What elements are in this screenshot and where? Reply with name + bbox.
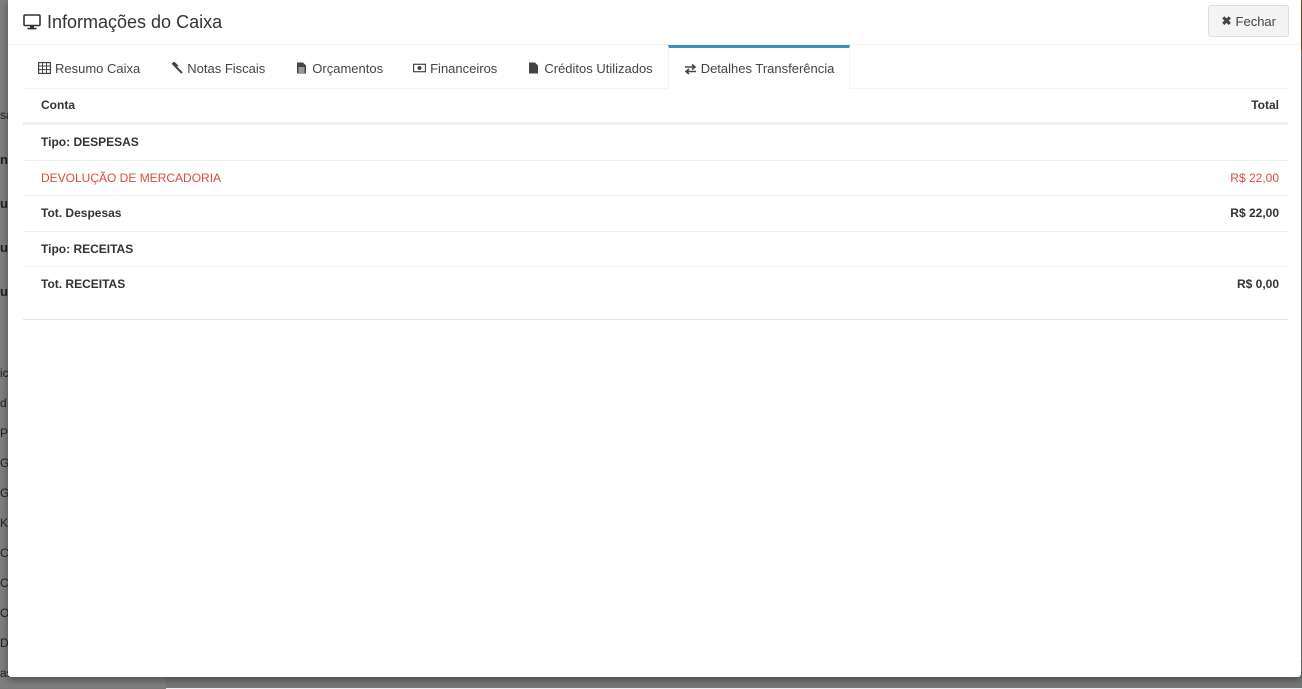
transfer-details-table: Conta Total Tipo: DESPESAS DEVOLUÇÃO DE …	[23, 88, 1288, 320]
tab-notas-fiscais[interactable]: Notas Fiscais	[155, 45, 280, 88]
row-total: R$ 22,00	[1230, 170, 1279, 185]
table-row: Tot. Despesas R$ 22,00	[23, 195, 1288, 231]
modal-title-text: Informações do Caixa	[47, 11, 223, 32]
file-text-icon	[297, 62, 307, 74]
tab-label: Detalhes Transferência	[700, 61, 835, 76]
row-total: R$ 22,00	[1230, 206, 1279, 221]
row-conta: Tot. Despesas	[41, 206, 122, 221]
table-header: Conta Total	[23, 88, 1288, 124]
x-icon: ✖	[1221, 14, 1232, 28]
table-row: Tot. RECEITAS R$ 0,00	[23, 266, 1288, 302]
column-header-conta: Conta	[41, 98, 75, 112]
tab-bar: Resumo Caixa Notas Fiscais Orçamentos Fi…	[23, 45, 1288, 89]
file-icon	[529, 62, 539, 74]
close-button-label: Fechar	[1235, 13, 1276, 29]
row-conta: Tipo: RECEITAS	[41, 241, 134, 256]
tab-detalhes-transferencia[interactable]: Detalhes Transferência	[667, 45, 851, 89]
tab-resumo-caixa[interactable]: Resumo Caixa	[23, 45, 155, 88]
row-conta: Tipo: DESPESAS	[41, 135, 139, 150]
row-conta: DEVOLUÇÃO DE MERCADORIA	[41, 170, 222, 185]
gavel-icon	[171, 62, 183, 74]
table-icon	[38, 62, 51, 74]
column-header-total: Total	[1251, 98, 1279, 112]
exchange-icon	[684, 63, 696, 75]
tab-orcamentos[interactable]: Orçamentos	[280, 45, 398, 88]
modal-header: Informações do Caixa ✖ Fechar	[8, 0, 1301, 45]
close-button[interactable]: ✖ Fechar	[1208, 5, 1289, 37]
tab-label: Créditos Utilizados	[544, 60, 653, 76]
table-row: Tipo: DESPESAS	[23, 124, 1288, 160]
cash-info-modal: Informações do Caixa ✖ Fechar Resumo Cai…	[8, 0, 1301, 677]
tab-label: Resumo Caixa	[55, 60, 141, 76]
tab-label: Orçamentos	[312, 60, 384, 76]
table-row: DEVOLUÇÃO DE MERCADORIA R$ 22,00	[23, 159, 1288, 196]
money-icon	[413, 63, 427, 73]
tab-creditos-utilizados[interactable]: Créditos Utilizados	[512, 45, 667, 88]
tab-financeiros[interactable]: Financeiros	[398, 45, 512, 88]
row-conta: Tot. RECEITAS	[41, 277, 126, 292]
table-row: Tipo: RECEITAS	[23, 230, 1288, 267]
tab-label: Financeiros	[430, 60, 498, 76]
monitor-icon	[23, 14, 41, 30]
row-total: R$ 0,00	[1236, 277, 1279, 292]
tab-label: Notas Fiscais	[187, 60, 266, 76]
modal-title: Informações do Caixa	[23, 12, 222, 33]
